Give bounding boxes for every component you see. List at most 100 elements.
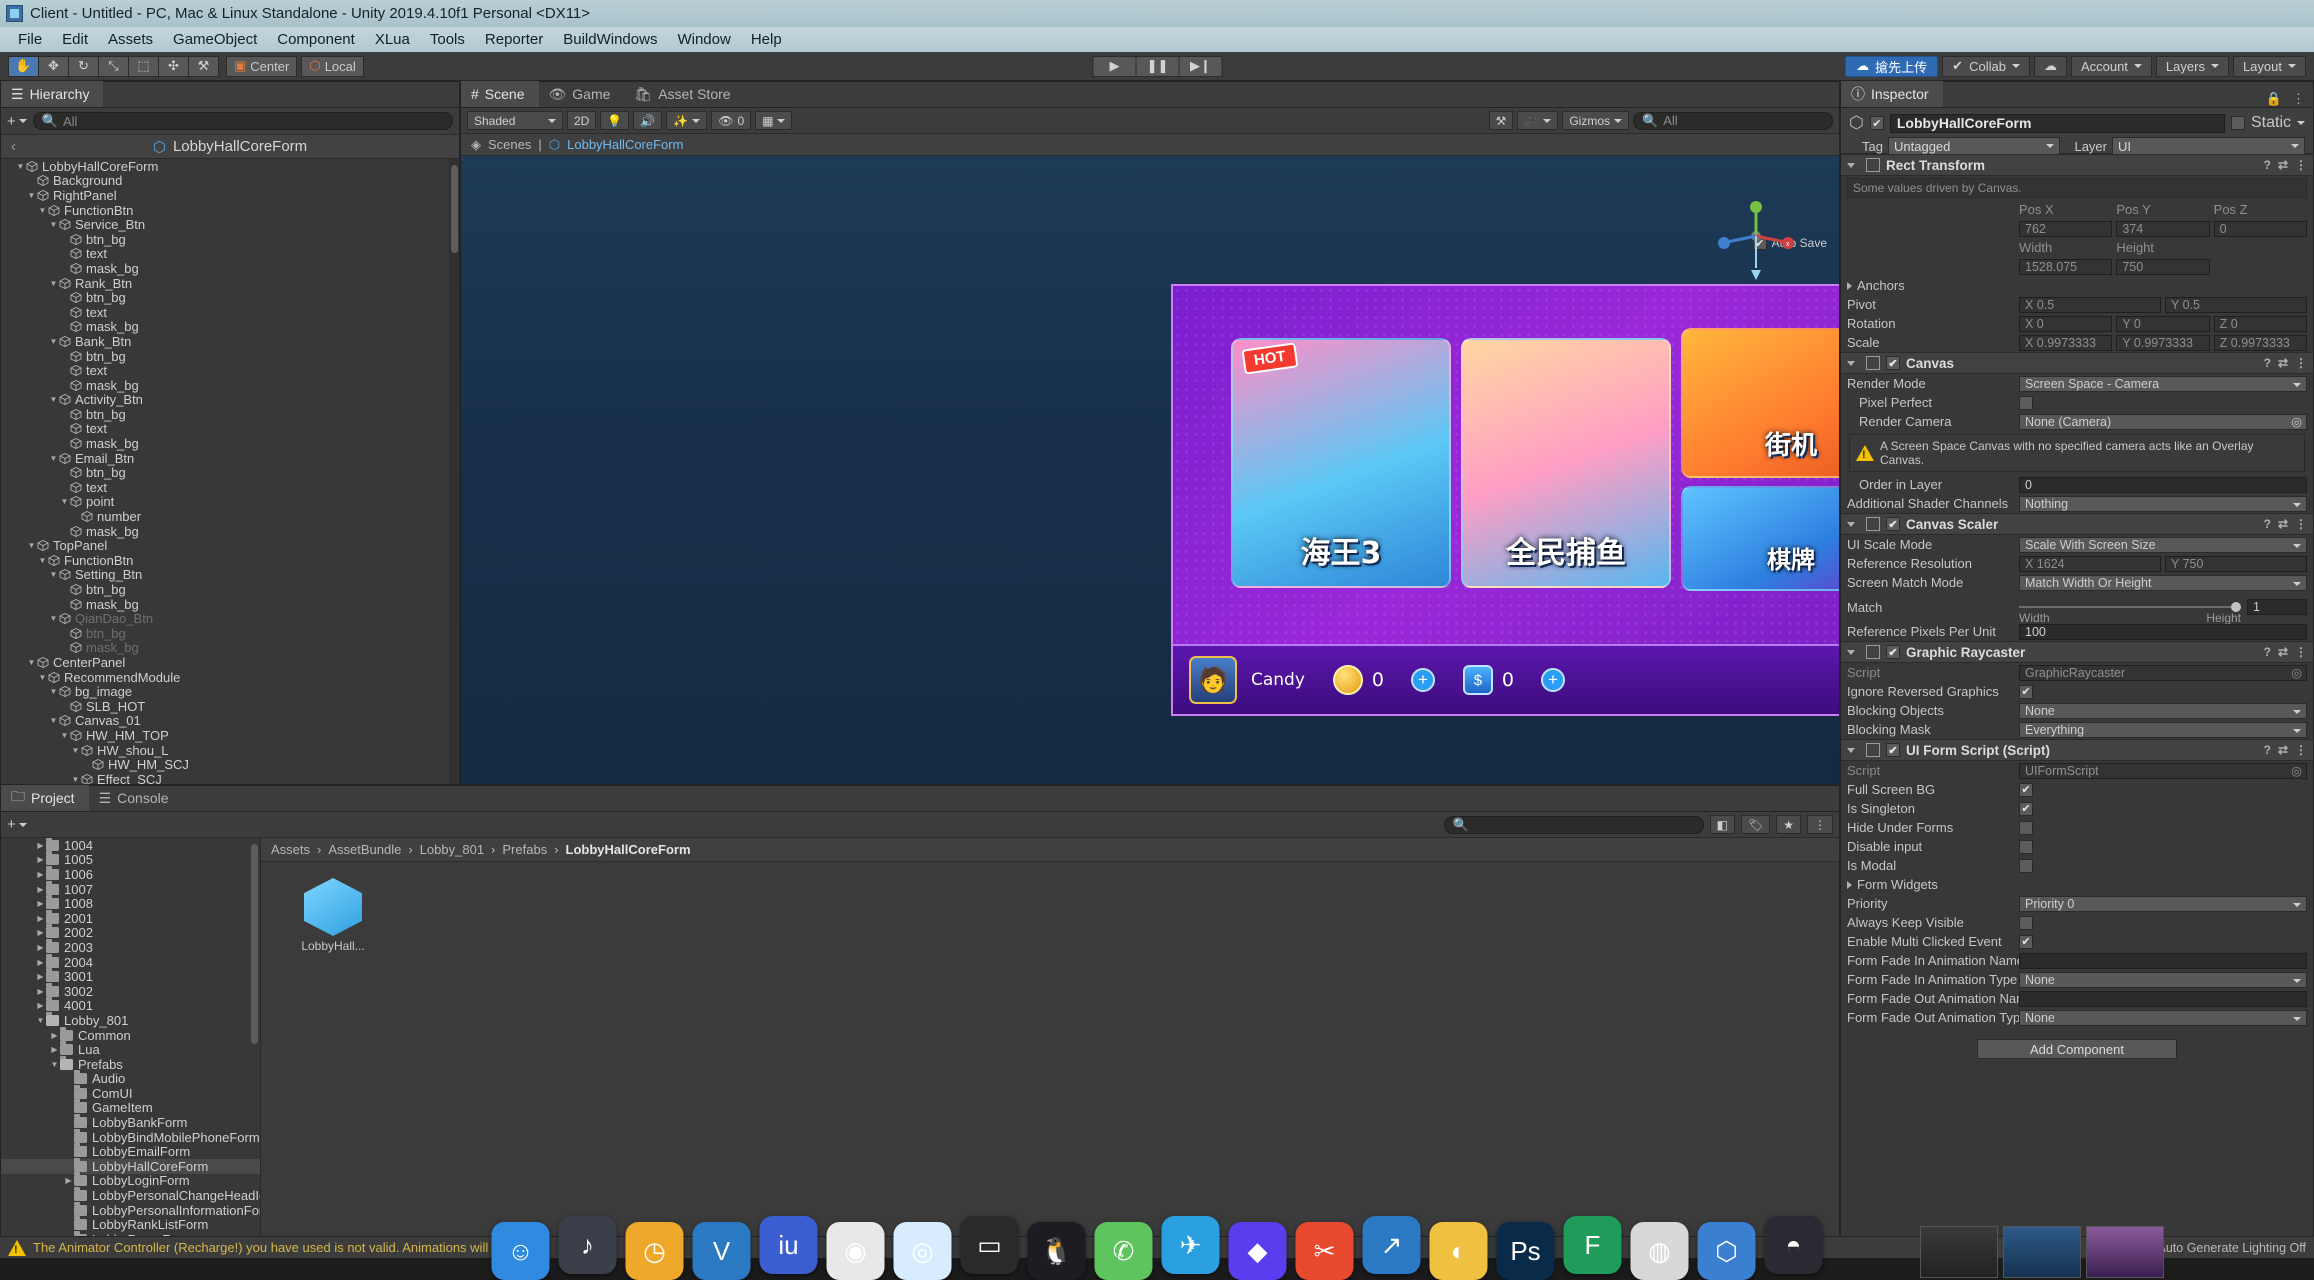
project-folder-1007[interactable]: ▶ 1007 [1, 880, 260, 897]
sourcetree-icon[interactable]: ✂ [1295, 1222, 1354, 1280]
pivot-rotation-button[interactable]: ▣ Center [226, 55, 298, 77]
hierarchy-item-bank_btn[interactable]: ▼ Bank_Btn [1, 334, 459, 349]
component-header-graphic-raycaster[interactable]: ✔ Graphic Raycaster? ⇄ ⋮ [1841, 641, 2313, 663]
step-button[interactable]: ▶❙ [1178, 55, 1223, 77]
static-label[interactable]: Static [2251, 114, 2291, 132]
create-menu-button[interactable]: + [7, 113, 27, 130]
project-folder-1004[interactable]: ▶ 1004 [1, 838, 260, 853]
project-filter-icon[interactable]: ◧ [1709, 815, 1735, 834]
disclosure-triangle[interactable]: ▼ [48, 279, 59, 288]
object-picker-icon[interactable]: ◎ [2291, 763, 2302, 778]
disclosure-triangle[interactable]: ▶ [49, 1045, 60, 1054]
hierarchy-item-mask_bg[interactable]: ▶mask_bg [1, 436, 459, 451]
value-field[interactable]: X 0.5 [2019, 296, 2161, 313]
text-field[interactable] [2019, 952, 2307, 969]
object-name-field[interactable]: LobbyHallCoreForm [1889, 113, 2225, 133]
disclosure-triangle[interactable]: ▼ [70, 746, 81, 755]
help-icon[interactable]: ? [2264, 158, 2271, 172]
value-field[interactable]: 0 [2213, 220, 2307, 237]
tab-scene[interactable]: # Scene [461, 81, 539, 107]
text-field[interactable]: 0 [2019, 476, 2307, 493]
hierarchy-scrollbar-thumb[interactable] [451, 165, 458, 253]
hierarchy-item-slb_hot[interactable]: ▶SLB_HOT [1, 699, 459, 714]
object-field[interactable]: None (Camera) ◎ [2019, 413, 2307, 430]
hierarchy-item-centerpanel[interactable]: ▼ CenterPanel [1, 655, 459, 670]
checkbox[interactable]: ✔ [2019, 915, 2033, 930]
checkbox[interactable]: ✔ [2019, 820, 2033, 835]
hierarchy-item-email_btn[interactable]: ▼ Email_Btn [1, 451, 459, 466]
hierarchy-item-text[interactable]: ▶text [1, 305, 459, 320]
value-field[interactable]: Y 0.5 [2165, 296, 2307, 313]
disclosure-triangle[interactable]: ▼ [48, 716, 59, 725]
hierarchy-back-button[interactable]: ‹ [11, 138, 16, 155]
dropdown[interactable]: Scale With Screen Size [2019, 536, 2307, 553]
value-field[interactable]: Y 750 [2165, 555, 2307, 572]
value-field[interactable]: Y 0.9973333 [2116, 334, 2210, 351]
preset-icon[interactable]: ⇄ [2278, 517, 2288, 531]
hierarchy-item-setting_btn[interactable]: ▼ Setting_Btn [1, 567, 459, 582]
window-thumbnail[interactable] [2003, 1226, 2081, 1278]
tab-inspector[interactable]: ⓘ Inspector [1841, 81, 1943, 107]
menu-window[interactable]: Window [667, 29, 740, 50]
add-coin-button[interactable]: + [1410, 668, 1435, 692]
project-folder-1006[interactable]: ▶ 1006 [1, 865, 260, 882]
value-field[interactable]: 762 [2019, 220, 2113, 237]
hierarchy-item-text[interactable]: ▶text [1, 246, 459, 261]
project-folder-2001[interactable]: ▶ 2001 [1, 909, 260, 926]
disclosure-triangle[interactable]: ▶ [35, 972, 46, 981]
hierarchy-item-recommendmodule[interactable]: ▼ RecommendModule [1, 670, 459, 685]
keka-icon[interactable]: ◍ [1630, 1222, 1689, 1280]
menu-gameobject[interactable]: GameObject [163, 29, 267, 50]
figma-icon[interactable]: F [1563, 1216, 1622, 1274]
project-folder-lobbyranklistform[interactable]: ▶LobbyRankListForm [1, 1216, 260, 1232]
hierarchy-item-btn_bg[interactable]: ▶btn_bg [1, 407, 459, 422]
hierarchy-item-lobbyhallcoreform[interactable]: ▼ LobbyHallCoreForm [1, 159, 459, 174]
project-search-input[interactable]: 🔍 [1443, 815, 1704, 834]
project-folder-prefabs[interactable]: ▼ Prefabs [1, 1055, 260, 1072]
checkbox[interactable]: ✔ [2019, 684, 2033, 699]
disclosure-triangle[interactable]: ▼ [49, 1060, 60, 1069]
kebab-icon[interactable]: ⋮ [2295, 517, 2307, 531]
breadcrumb-prefabs[interactable]: Prefabs [502, 842, 547, 857]
scale-tool[interactable]: ⤡ [98, 55, 129, 77]
disclosure-triangle[interactable]: ▼ [48, 337, 59, 346]
vscode-icon[interactable]: V [692, 1222, 751, 1280]
disclosure-triangle[interactable]: ▶ [35, 914, 46, 923]
value-field[interactable]: Z 0 [2213, 315, 2307, 332]
discord-icon[interactable]: ◓ [1764, 1216, 1823, 1274]
project-folder-lobbybindmobilephoneform[interactable]: ▶LobbyBindMobilePhoneForm [1, 1128, 260, 1145]
layout-button[interactable]: Layout [2232, 55, 2306, 77]
project-folder-gameitem[interactable]: ▶GameItem [1, 1099, 260, 1115]
disclosure-triangle[interactable]: ▼ [48, 687, 59, 696]
static-checkbox[interactable]: ✔ [2230, 116, 2245, 130]
toggle-2d-button[interactable]: 2D [567, 111, 597, 130]
color-icon[interactable]: ◐ [1429, 1222, 1488, 1280]
disclosure-triangle[interactable]: ▶ [49, 1031, 60, 1040]
kebab-icon[interactable]: ⋮ [2295, 645, 2307, 659]
window-thumbnail[interactable] [2086, 1226, 2164, 1278]
terminal-icon[interactable]: ▭ [960, 1216, 1019, 1274]
project-folder-3002[interactable]: ▶ 3002 [1, 982, 260, 999]
project-star-icon[interactable]: ★ [1776, 815, 1801, 834]
object-field[interactable]: UIFormScript ◎ [2019, 762, 2307, 779]
disclosure-triangle[interactable]: ▼ [48, 454, 59, 463]
component-header-ui-form-script-script[interactable]: ✔ UI Form Script (Script)? ⇄ ⋮ [1841, 739, 2313, 761]
checkbox[interactable]: ✔ [2019, 782, 2033, 797]
hierarchy-item-btn_bg[interactable]: ▶btn_bg [1, 582, 459, 597]
edge-icon[interactable]: ◎ [893, 1222, 952, 1280]
component-foldout[interactable] [1847, 162, 1855, 168]
disclosure-triangle[interactable]: ▶ [35, 987, 46, 996]
disclosure-triangle[interactable]: ▼ [26, 191, 37, 200]
object-picker-icon[interactable]: ◎ [2291, 414, 2302, 429]
disclosure-triangle[interactable]: ▶ [35, 899, 46, 908]
hierarchy-item-btn_bg[interactable]: ▶btn_bg [1, 349, 459, 364]
chrome-icon[interactable]: ◉ [826, 1222, 885, 1280]
text-field[interactable]: 100 [2019, 623, 2307, 640]
gizmos-dropdown[interactable]: Gizmos [1562, 111, 1629, 130]
component-enabled-checkbox[interactable]: ✔ [1886, 645, 1900, 659]
rect-tool[interactable]: ⬚ [128, 55, 159, 77]
kebab-icon[interactable]: ⋮ [2295, 158, 2307, 172]
project-folder-common[interactable]: ▶ Common [1, 1026, 260, 1043]
help-icon[interactable]: ? [2264, 517, 2271, 531]
project-folder-2004[interactable]: ▶ 2004 [1, 953, 260, 970]
